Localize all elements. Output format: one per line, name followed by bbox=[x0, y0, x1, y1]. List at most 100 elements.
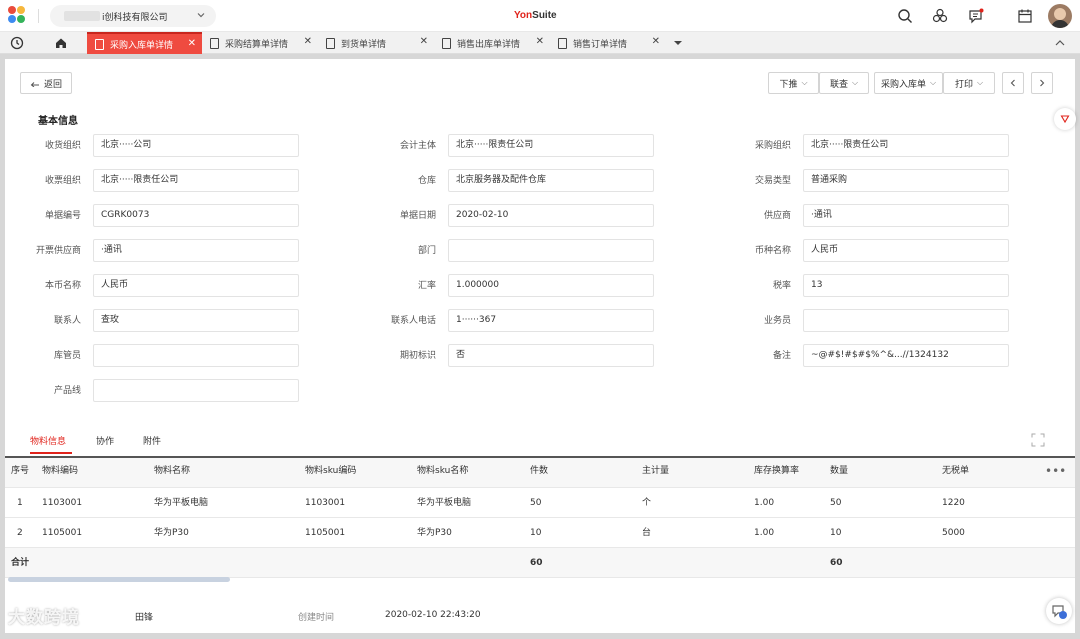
department-field[interactable] bbox=[448, 239, 654, 262]
field-label: 库管员 bbox=[53, 351, 81, 361]
receiving-org-field[interactable]: 北京·····公司 bbox=[93, 134, 299, 157]
warehouse-keeper-field[interactable] bbox=[93, 344, 299, 367]
field-label: 单据日期 bbox=[399, 211, 436, 221]
linked-query-button[interactable]: 联查 ⌵ bbox=[819, 72, 869, 94]
tax-rate-field[interactable]: 13 bbox=[803, 274, 1009, 297]
field-label: 币种名称 bbox=[754, 246, 791, 256]
table-row[interactable]: 2 1105001 华为P30 1105001 华为P30 10 台 1.00 … bbox=[5, 518, 1075, 548]
tab-attachments[interactable]: 附件 bbox=[143, 434, 161, 447]
tab-purchase-receipt-detail[interactable]: 采购入库单详情 ✕ bbox=[87, 32, 202, 54]
field-label: 仓库 bbox=[417, 176, 436, 186]
purchase-receipt-button[interactable]: 采购入库单 ⌵ bbox=[874, 72, 943, 94]
tab-label: 销售订单详情 bbox=[573, 39, 628, 50]
column-header: 件数 bbox=[530, 466, 549, 476]
summary-pieces: 60 bbox=[530, 558, 543, 568]
document-icon bbox=[442, 37, 451, 49]
top-bar: i创科技有限公司 YonSuite bbox=[0, 0, 1080, 32]
supplier-field[interactable]: ·通讯 bbox=[803, 204, 1009, 227]
expand-icon[interactable] bbox=[1031, 433, 1045, 447]
remark-field[interactable]: ~@#$!#$#$%^&...//1324132 bbox=[803, 344, 1009, 367]
currency-name-field[interactable]: 人民币 bbox=[803, 239, 1009, 262]
chevron-left-icon bbox=[1010, 79, 1015, 87]
back-button[interactable]: 返回 bbox=[20, 72, 72, 94]
field-label: 开票供应商 bbox=[35, 246, 81, 256]
app-logo-icon[interactable] bbox=[8, 6, 28, 26]
divider bbox=[38, 9, 39, 23]
contact-field[interactable]: 查玫 bbox=[93, 309, 299, 332]
warehouse-field[interactable]: 北京服务器及配件仓库 bbox=[448, 169, 654, 192]
search-icon[interactable] bbox=[897, 8, 913, 24]
close-icon[interactable]: ✕ bbox=[652, 36, 660, 47]
tab-label: 采购入库单详情 bbox=[110, 40, 174, 51]
company-name: i创科技有限公司 bbox=[102, 12, 168, 23]
invoice-org-field[interactable]: 北京·····限责任公司 bbox=[93, 169, 299, 192]
column-header: 库存换算率 bbox=[754, 466, 800, 476]
tab-sales-order-detail[interactable]: 销售订单详情 ✕ bbox=[550, 32, 666, 54]
connect-icon[interactable] bbox=[932, 8, 948, 24]
column-header: 物料sku编码 bbox=[305, 466, 357, 476]
history-icon[interactable] bbox=[9, 35, 25, 51]
tab-purchase-settlement-detail[interactable]: 采购结算单详情 ✕ bbox=[202, 32, 318, 54]
tab-collaboration[interactable]: 协作 bbox=[96, 434, 114, 447]
field-label: 税率 bbox=[772, 281, 791, 291]
print-button[interactable]: 打印 ⌵ bbox=[943, 72, 995, 94]
local-currency-field[interactable]: 人民币 bbox=[93, 274, 299, 297]
tab-label: 销售出库单详情 bbox=[457, 39, 521, 50]
transaction-type-field[interactable]: 普通采购 bbox=[803, 169, 1009, 192]
document-icon bbox=[210, 37, 219, 49]
product-line-field[interactable] bbox=[93, 379, 299, 402]
invoice-supplier-field[interactable]: ·通讯 bbox=[93, 239, 299, 262]
field-label: 会计主体 bbox=[399, 141, 436, 151]
purchase-org-field[interactable]: 北京·····限责任公司 bbox=[803, 134, 1009, 157]
field-label: 收货组织 bbox=[44, 141, 81, 151]
chevron-down-icon: ⌵ bbox=[929, 78, 937, 87]
next-record-button[interactable] bbox=[1031, 72, 1053, 94]
share-button[interactable] bbox=[1054, 108, 1076, 130]
push-down-button[interactable]: 下推 ⌵ bbox=[768, 72, 819, 94]
chevron-down-icon[interactable] bbox=[670, 35, 686, 51]
chevron-up-icon[interactable] bbox=[1052, 35, 1068, 51]
column-header: 数量 bbox=[830, 466, 849, 476]
document-number-field[interactable]: CGRK0073 bbox=[93, 204, 299, 227]
close-icon[interactable]: ✕ bbox=[188, 38, 196, 49]
prev-record-button[interactable] bbox=[1002, 72, 1024, 94]
tab-bar: 采购入库单详情 ✕ 采购结算单详情 ✕ 到货单详情 ✕ 销售出库单详情 ✕ 销售… bbox=[0, 32, 1080, 54]
chevron-down-icon: ⌵ bbox=[976, 78, 984, 87]
close-icon[interactable]: ✕ bbox=[420, 36, 428, 47]
field-label: 产品线 bbox=[53, 386, 81, 396]
tab-sales-outbound-detail[interactable]: 销售出库单详情 ✕ bbox=[434, 32, 550, 54]
close-icon[interactable]: ✕ bbox=[536, 36, 544, 47]
tab-label: 到货单详情 bbox=[341, 39, 387, 50]
tab-material-info[interactable]: 物料信息 bbox=[30, 434, 66, 447]
tab-label: 采购结算单详情 bbox=[225, 39, 289, 50]
company-selector[interactable]: i创科技有限公司 bbox=[50, 5, 216, 27]
document-date-field[interactable]: 2020-02-10 bbox=[448, 204, 654, 227]
chevron-down-icon: ⌵ bbox=[851, 78, 859, 87]
horizontal-scrollbar[interactable] bbox=[8, 577, 230, 582]
calendar-icon[interactable] bbox=[1017, 8, 1033, 24]
opening-flag-field[interactable]: 否 bbox=[448, 344, 654, 367]
created-time-value: 2020-02-10 22:43:20 bbox=[385, 610, 481, 620]
message-icon[interactable] bbox=[968, 8, 984, 24]
home-icon[interactable] bbox=[53, 35, 69, 51]
accounting-entity-field[interactable]: 北京·····限责任公司 bbox=[448, 134, 654, 157]
salesperson-field[interactable] bbox=[803, 309, 1009, 332]
avatar[interactable] bbox=[1048, 4, 1072, 28]
detail-card: 返回 下推 ⌵ 联查 ⌵ 采购入库单 ⌵ 打印 ⌵ 基本信息 收货组织 北京·····公… bbox=[5, 59, 1076, 633]
field-label: 交易类型 bbox=[754, 176, 791, 186]
field-label: 部门 bbox=[417, 246, 436, 256]
more-icon[interactable]: ••• bbox=[1045, 458, 1066, 484]
tab-arrival-detail[interactable]: 到货单详情 ✕ bbox=[318, 32, 434, 54]
contact-phone-field[interactable]: 1······367 bbox=[448, 309, 654, 332]
chat-icon bbox=[1052, 605, 1067, 619]
field-label: 本币名称 bbox=[44, 281, 81, 291]
exchange-rate-field[interactable]: 1.000000 bbox=[448, 274, 654, 297]
summary-label: 合计 bbox=[11, 558, 30, 568]
chevron-down-icon bbox=[197, 13, 205, 18]
table-row[interactable]: 1 1103001 华为平板电脑 1103001 华为平板电脑 50 个 1.0… bbox=[5, 488, 1075, 518]
watermark: 大数跨境 bbox=[8, 608, 80, 628]
close-icon[interactable]: ✕ bbox=[304, 36, 312, 47]
chat-button[interactable] bbox=[1046, 598, 1072, 624]
field-label: 联系人 bbox=[53, 316, 81, 326]
share-icon bbox=[1060, 115, 1070, 124]
